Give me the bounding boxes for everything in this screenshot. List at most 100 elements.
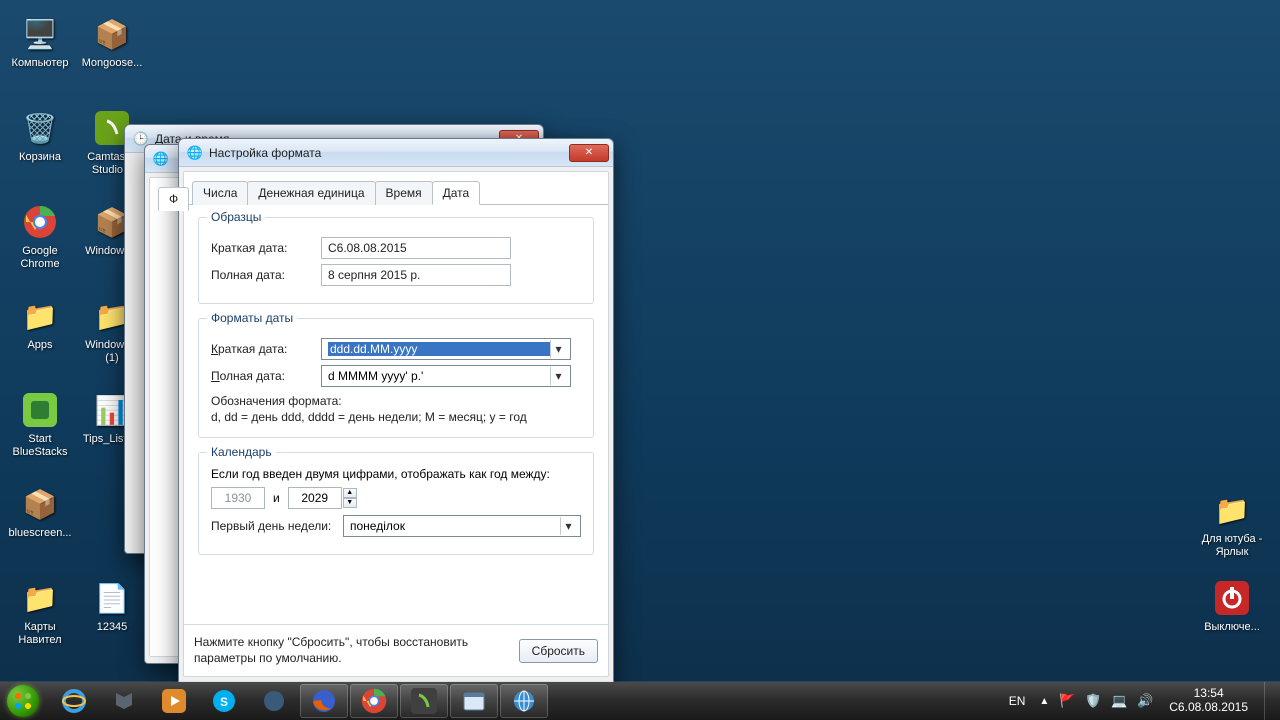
desktop-icon-youtube[interactable]: 📁 Для ютуба - Ярлык xyxy=(1198,490,1266,558)
folder-icon: 📁 xyxy=(20,578,60,618)
tab-formats[interactable]: Ф xyxy=(158,187,189,211)
recycle-bin-icon: 🗑️ xyxy=(20,108,60,148)
combo-value: понеділок xyxy=(350,519,560,533)
show-desktop-button[interactable] xyxy=(1264,682,1274,720)
language-indicator[interactable]: EN xyxy=(1005,694,1030,708)
folder-shortcut-icon: 📁 xyxy=(1212,490,1252,530)
network-icon[interactable]: 💻 xyxy=(1111,693,1127,709)
combo-long-format[interactable]: d MMMM yyyy' р.' ▾ xyxy=(321,365,571,387)
icon-label: Mongoose... xyxy=(78,57,146,70)
label-short-date: Краткая дата: xyxy=(211,241,321,255)
titlebar[interactable]: 🌐 Настройка формата ✕ xyxy=(179,139,613,167)
flag-icon[interactable]: 🚩 xyxy=(1059,693,1075,709)
taskbar-skype[interactable]: S xyxy=(200,684,248,718)
reset-bar: Нажмите кнопку "Сбросить", чтобы восстан… xyxy=(184,624,608,676)
desktop-icon-mongoose[interactable]: 📦 Mongoose... xyxy=(78,14,146,70)
archive-icon: 📦 xyxy=(20,484,60,524)
icon-label: bluescreen... xyxy=(6,527,74,540)
reset-hint: Нажмите кнопку "Сбросить", чтобы восстан… xyxy=(194,635,507,666)
system-tray: EN ▲ 🚩 🛡️ 💻 🔊 13:54 C6.08.08.2015 xyxy=(999,682,1280,720)
icon-label: Google Chrome xyxy=(6,245,74,270)
taskbar-media[interactable] xyxy=(150,684,198,718)
icon-label: Start BlueStacks xyxy=(6,433,74,458)
combo-first-day[interactable]: понеділок ▾ xyxy=(343,515,581,537)
desktop-icon-bluestacks[interactable]: Start BlueStacks xyxy=(6,390,74,458)
desktop-icon-chrome[interactable]: Google Chrome xyxy=(6,202,74,270)
window-body: Числа Денежная единица Время Дата Образц… xyxy=(183,171,609,677)
icon-label: Корзина xyxy=(6,151,74,164)
power-icon xyxy=(1212,578,1252,618)
icon-label: Компьютер xyxy=(6,57,74,70)
monitor-icon: 🖥️ xyxy=(20,14,60,54)
taskbar-clock[interactable]: 13:54 C6.08.08.2015 xyxy=(1163,687,1254,715)
desktop-icon-navitel[interactable]: 📁 Карты Навител xyxy=(6,578,74,646)
chrome-icon xyxy=(20,202,60,242)
window-customize-format[interactable]: 🌐 Настройка формата ✕ Числа Денежная еди… xyxy=(178,138,614,720)
icon-label: 12345 xyxy=(78,621,146,634)
label-long-format: Полная дата: xyxy=(211,369,321,383)
tab-currency[interactable]: Денежная единица xyxy=(247,181,375,205)
label-and: и xyxy=(273,491,280,505)
globe-icon: 🌐 xyxy=(187,145,203,161)
clock-time: 13:54 xyxy=(1169,687,1248,701)
taskbar-camtasia[interactable] xyxy=(400,684,448,718)
taskbar-vbox[interactable] xyxy=(100,684,148,718)
year-from: 1930 xyxy=(211,487,265,509)
spin-up[interactable]: ▲ xyxy=(343,488,357,498)
reset-button[interactable]: Сбросить xyxy=(519,639,598,663)
year-to[interactable]: 2029 xyxy=(288,487,342,509)
icon-label: Карты Навител xyxy=(6,621,74,646)
sample-short-date: C6.08.08.2015 xyxy=(321,237,511,259)
archive-icon: 📦 xyxy=(92,14,132,54)
taskbar-datetime[interactable] xyxy=(450,684,498,718)
taskbar-region[interactable] xyxy=(500,684,548,718)
label-long-date: Полная дата: xyxy=(211,268,321,282)
bluestacks-icon xyxy=(20,390,60,430)
start-button[interactable] xyxy=(0,682,46,720)
clock-date: C6.08.08.2015 xyxy=(1169,701,1248,715)
tab-date[interactable]: Дата xyxy=(432,181,481,205)
combo-short-format[interactable]: ddd.dd.MM.yyyy ▾ xyxy=(321,338,571,360)
chevron-down-icon: ▾ xyxy=(560,517,576,535)
desktop-icon-computer[interactable]: 🖥️ Компьютер xyxy=(6,14,74,70)
group-label: Форматы даты xyxy=(207,311,297,325)
desktop-icon-recycle[interactable]: 🗑️ Корзина xyxy=(6,108,74,164)
close-button[interactable]: ✕ xyxy=(569,144,609,162)
combo-value: ddd.dd.MM.yyyy xyxy=(328,342,550,356)
label-first-day: Первый день недели: xyxy=(211,519,343,533)
group-formats: Форматы даты Краткая дата: ddd.dd.MM.yyy… xyxy=(198,318,594,438)
folder-icon: 📁 xyxy=(20,296,60,336)
label-short-format: Краткая дата: xyxy=(211,342,321,356)
icon-label: Для ютуба - Ярлык xyxy=(1198,533,1266,558)
desktop-icon-shutdown[interactable]: Выключе... xyxy=(1198,578,1266,634)
security-icon[interactable]: 🛡️ xyxy=(1085,693,1101,709)
icon-label: Apps xyxy=(6,339,74,352)
tab-time[interactable]: Время xyxy=(375,181,433,205)
taskbar-firefox[interactable] xyxy=(300,684,348,718)
icon-label: Выключе... xyxy=(1198,621,1266,634)
taskbar-pins: S xyxy=(46,684,552,718)
label-year-range: Если год введен двумя цифрами, отображат… xyxy=(211,467,581,481)
desktop-icon-apps[interactable]: 📁 Apps xyxy=(6,296,74,352)
sample-long-date: 8 серпня 2015 р. xyxy=(321,264,511,286)
combo-value: d MMMM yyyy' р.' xyxy=(328,369,550,383)
chevron-down-icon: ▾ xyxy=(550,367,566,385)
svg-text:S: S xyxy=(220,695,228,709)
windows-logo-icon xyxy=(7,685,39,717)
show-hidden-icons[interactable]: ▲ xyxy=(1039,696,1049,707)
spinner-buttons: ▲ ▼ xyxy=(343,488,357,508)
taskbar-chrome[interactable] xyxy=(350,684,398,718)
tab-numbers[interactable]: Числа xyxy=(192,181,248,205)
taskbar: S EN ▲ 🚩 🛡️ 💻 🔊 13:54 C6.08.08.2015 xyxy=(0,682,1280,720)
spin-down[interactable]: ▼ xyxy=(343,498,357,508)
tab-panel-date: Образцы Краткая дата: C6.08.08.2015 Полн… xyxy=(184,204,608,624)
taskbar-ie[interactable] xyxy=(50,684,98,718)
desktop-icon-bluescreen[interactable]: 📦 bluescreen... xyxy=(6,484,74,540)
format-legend: Обозначения формата: d, dd = день ddd, d… xyxy=(211,393,581,425)
script-icon: 📄 xyxy=(92,578,132,618)
window-title: Настройка формата xyxy=(209,146,569,160)
taskbar-app[interactable] xyxy=(250,684,298,718)
group-samples: Образцы Краткая дата: C6.08.08.2015 Полн… xyxy=(198,217,594,304)
volume-icon[interactable]: 🔊 xyxy=(1137,693,1153,709)
desktop-icon-12345[interactable]: 📄 12345 xyxy=(78,578,146,634)
